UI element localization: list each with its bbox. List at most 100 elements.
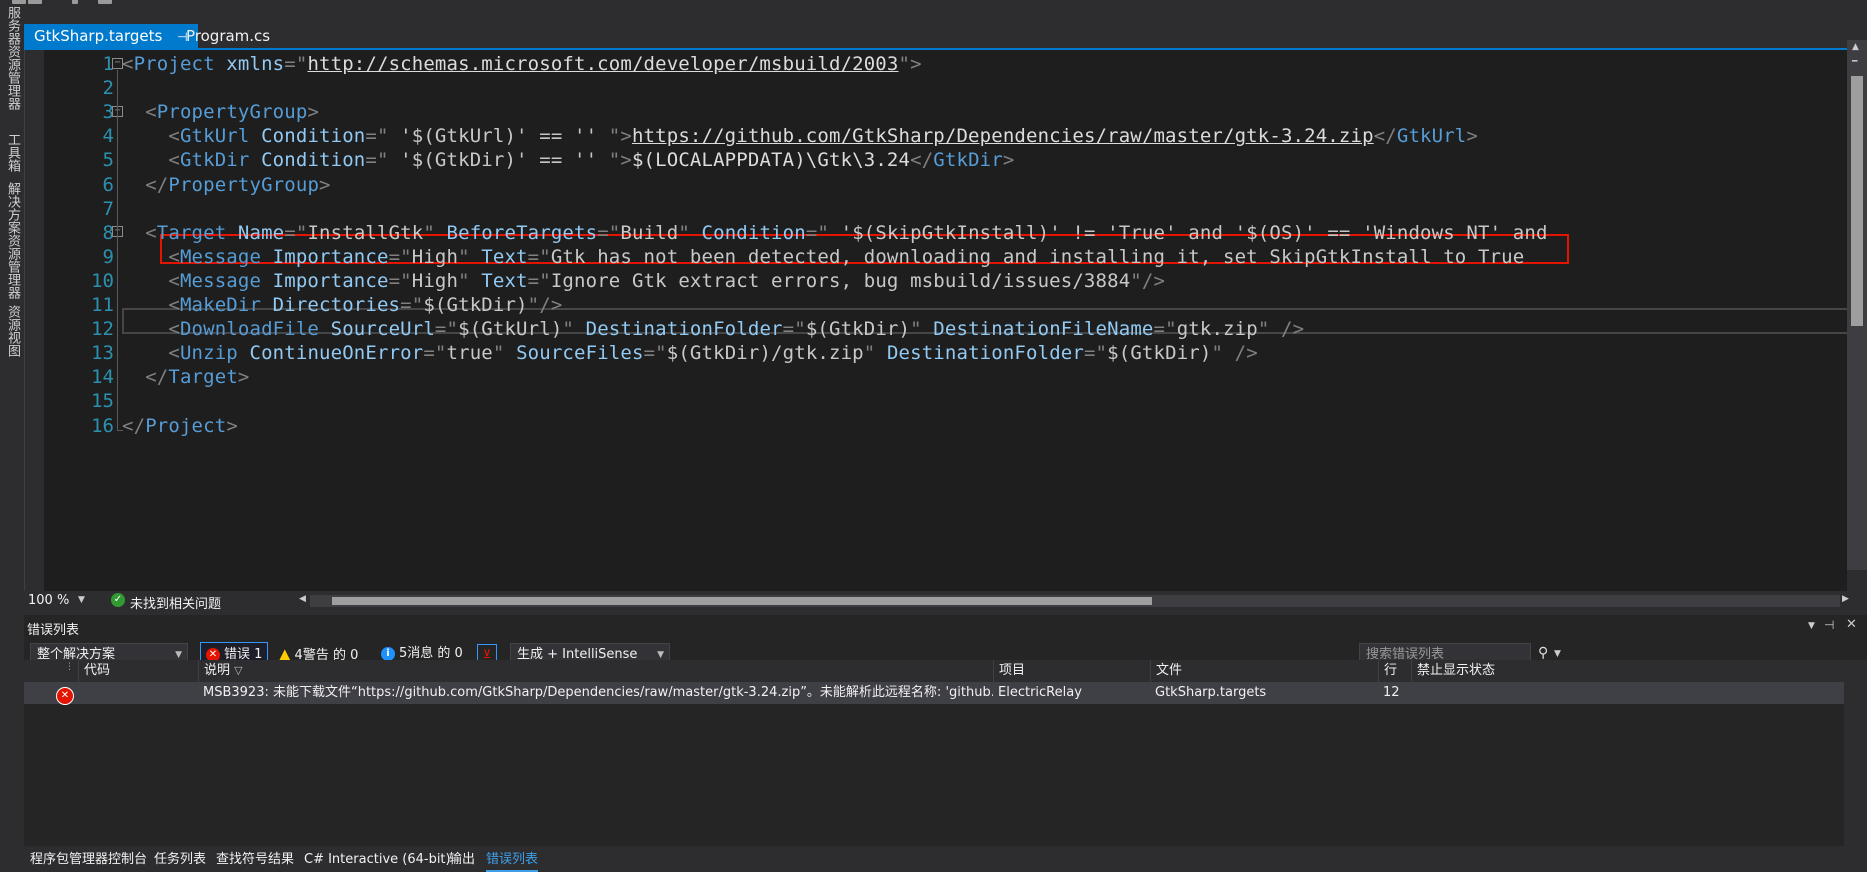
chevron-down-icon[interactable]: ▼ xyxy=(78,595,85,605)
code-line[interactable]: </Project> xyxy=(122,415,238,437)
server-explorer-tab[interactable]: 服务器资源管理器 xyxy=(2,6,22,110)
scrollbar-thumb[interactable] xyxy=(332,597,1152,605)
code-token: </ xyxy=(122,414,146,437)
code-token: </ xyxy=(910,149,934,172)
table-row[interactable]: ✕ MSB3923: 未能下载文件“https://github.com/Gtk… xyxy=(24,682,1844,705)
code-token: Text xyxy=(469,245,528,268)
code-line[interactable]: </PropertyGroup> xyxy=(122,174,331,196)
code-token: true xyxy=(446,342,493,365)
sort-desc-icon: ▽ xyxy=(234,664,243,677)
code-token: Directories xyxy=(261,294,401,316)
editor-vertical-scrollbar[interactable]: ▲ ━ xyxy=(1847,40,1867,570)
chevron-down-icon[interactable]: ▼ xyxy=(1554,649,1561,659)
toolbar-icon[interactable] xyxy=(28,0,42,4)
code-line[interactable]: <Unzip ContinueOnError="true" SourceFile… xyxy=(122,342,1258,364)
line-number: 8 xyxy=(102,221,114,244)
code-token: DestinationFolder xyxy=(574,318,783,341)
column-project[interactable]: 项目 xyxy=(993,660,1150,682)
code-token: $(GtkDir) xyxy=(423,294,528,316)
code-token: </ xyxy=(1373,125,1397,148)
panel-vertical-scrollbar[interactable] xyxy=(1844,660,1867,850)
code-token: =" xyxy=(1153,318,1177,341)
code-token: Name xyxy=(226,221,285,244)
cell-code xyxy=(78,682,198,704)
toolbar xyxy=(12,0,1867,20)
scroll-right-icon[interactable]: ▶ xyxy=(1842,594,1849,604)
code-line[interactable]: <PropertyGroup> xyxy=(122,101,319,123)
cell-suppression xyxy=(1411,682,1541,704)
code-line[interactable]: <MakeDir Directories="$(GtkDir)"/> xyxy=(122,294,562,316)
resource-view-tab[interactable]: 资源视图 xyxy=(2,305,22,357)
toolbox-tab[interactable]: 工具箱 xyxy=(2,133,22,172)
tab-output[interactable]: 输出 xyxy=(449,850,475,870)
code-token: " /> xyxy=(1211,342,1258,365)
code-token: ContinueOnError xyxy=(237,342,424,365)
pin-icon[interactable]: ⊣ xyxy=(1824,618,1834,632)
code-line[interactable]: <DownloadFile SourceUrl="$(GtkUrl)" Dest… xyxy=(122,318,1304,340)
code-token: > xyxy=(1002,149,1015,172)
column-sort-icon[interactable]: ⋮ xyxy=(48,660,78,682)
code-token: =" xyxy=(365,149,389,172)
scroll-up-icon[interactable]: ▲ xyxy=(1852,42,1859,52)
toolbar-icon[interactable] xyxy=(12,0,26,4)
close-icon[interactable]: ✕ xyxy=(1846,617,1857,632)
code-token: GtkDir xyxy=(933,149,1003,172)
scroll-left-icon[interactable]: ◀ xyxy=(299,594,306,604)
column-file[interactable]: 文件 xyxy=(1150,660,1378,682)
column-code[interactable]: 代码 xyxy=(78,660,198,682)
issues-status[interactable]: 未找到相关问题 xyxy=(130,593,221,612)
code-token: $(GtkDir) xyxy=(1107,342,1212,365)
tab-task-list[interactable]: 任务列表 xyxy=(154,850,206,870)
error-list-panel: 错误列表 ▼ ⊣ ✕ 整个解决方案 ▼ ✕ 错误 1 ▲ 4警告 的 0 i 5消息 … xyxy=(24,611,1867,850)
code-token: Ignore Gtk extract errors, bug msbuild/i… xyxy=(550,269,1131,292)
line-number: 9 xyxy=(102,245,114,268)
tab-program-cs[interactable]: Program.cs xyxy=(176,24,280,48)
tab-package-manager-console[interactable]: 程序包管理器控制台 xyxy=(30,850,147,870)
code-area[interactable]: <Project xmlns="http://schemas.microsoft… xyxy=(122,50,1847,591)
code-token: https://github.com/GtkSharp/Dependencies… xyxy=(631,125,1374,148)
editor-horizontal-scrollbar[interactable] xyxy=(310,595,1840,607)
code-token: =" xyxy=(782,318,806,341)
code-token: InstallGtk xyxy=(307,221,424,244)
sort-icon: ⋮ xyxy=(65,662,74,672)
solution-explorer-tab[interactable]: 解决方案资源管理器 xyxy=(2,182,22,299)
tab-gtksharp-targets[interactable]: GtkSharp.targets ⊣ xyxy=(24,24,198,48)
column-line[interactable]: 行 xyxy=(1378,660,1411,682)
code-line[interactable]: <GtkUrl Condition=" '$(GtkUrl)' == '' ">… xyxy=(122,125,1478,147)
code-token: Condition xyxy=(689,221,806,244)
code-token: $(GtkUrl) xyxy=(458,318,563,341)
code-token: Condition xyxy=(249,149,366,172)
tab-find-symbol-results[interactable]: 查找符号结果 xyxy=(216,850,294,870)
code-line[interactable]: <Message Importance="High" Text="Ignore … xyxy=(122,270,1165,292)
search-icon[interactable]: ⚲ xyxy=(1538,645,1548,661)
code-editor[interactable]: 1 2 3 4 5 6 7 8 9 10 11 12 13 14 15 16 − − − <Project x… xyxy=(44,50,1847,591)
code-line[interactable]: <Message Importance="High" Text="Gtk has… xyxy=(122,246,1524,268)
cell-file: GtkSharp.targets xyxy=(1155,685,1267,700)
toolbar-icon[interactable] xyxy=(72,0,78,4)
column-description[interactable]: 说明 ▽ xyxy=(198,660,993,682)
tab-error-list[interactable]: 错误列表 xyxy=(486,850,539,872)
code-token: BeforeTargets xyxy=(434,221,598,244)
code-line[interactable]: <GtkDir Condition=" '$(GtkDir)' == '' ">… xyxy=(122,149,1014,171)
toolbar-icon[interactable] xyxy=(98,0,112,4)
cell-description: MSB3923: 未能下载文件“https://github.com/GtkSh… xyxy=(203,685,993,700)
code-token: $(GtkDir)/gtk.zip xyxy=(666,342,864,365)
code-line[interactable]: <Target Name="InstallGtk" BeforeTargets=… xyxy=(122,222,1548,244)
line-number: 7 xyxy=(102,197,114,220)
column-suppression[interactable]: 禁止显示状态 xyxy=(1411,660,1541,682)
code-token: "> xyxy=(898,53,922,75)
panel-title: 错误列表 xyxy=(27,623,80,638)
line-number-gutter: 1 2 3 4 5 6 7 8 9 10 11 12 13 14 15 16 xyxy=(44,50,114,591)
tab-csharp-interactive[interactable]: C# Interactive (64-bit) xyxy=(304,850,451,870)
dropdown-icon[interactable]: ▼ xyxy=(1808,621,1815,631)
line-number: 4 xyxy=(102,125,114,148)
zoom-level[interactable]: 100 % xyxy=(28,593,69,608)
code-line[interactable]: </Target> xyxy=(122,366,250,388)
split-icon[interactable]: ━ xyxy=(1852,57,1857,67)
scrollbar-thumb[interactable] xyxy=(1851,76,1863,326)
code-line[interactable]: <Project xmlns="http://schemas.microsoft… xyxy=(122,53,922,75)
